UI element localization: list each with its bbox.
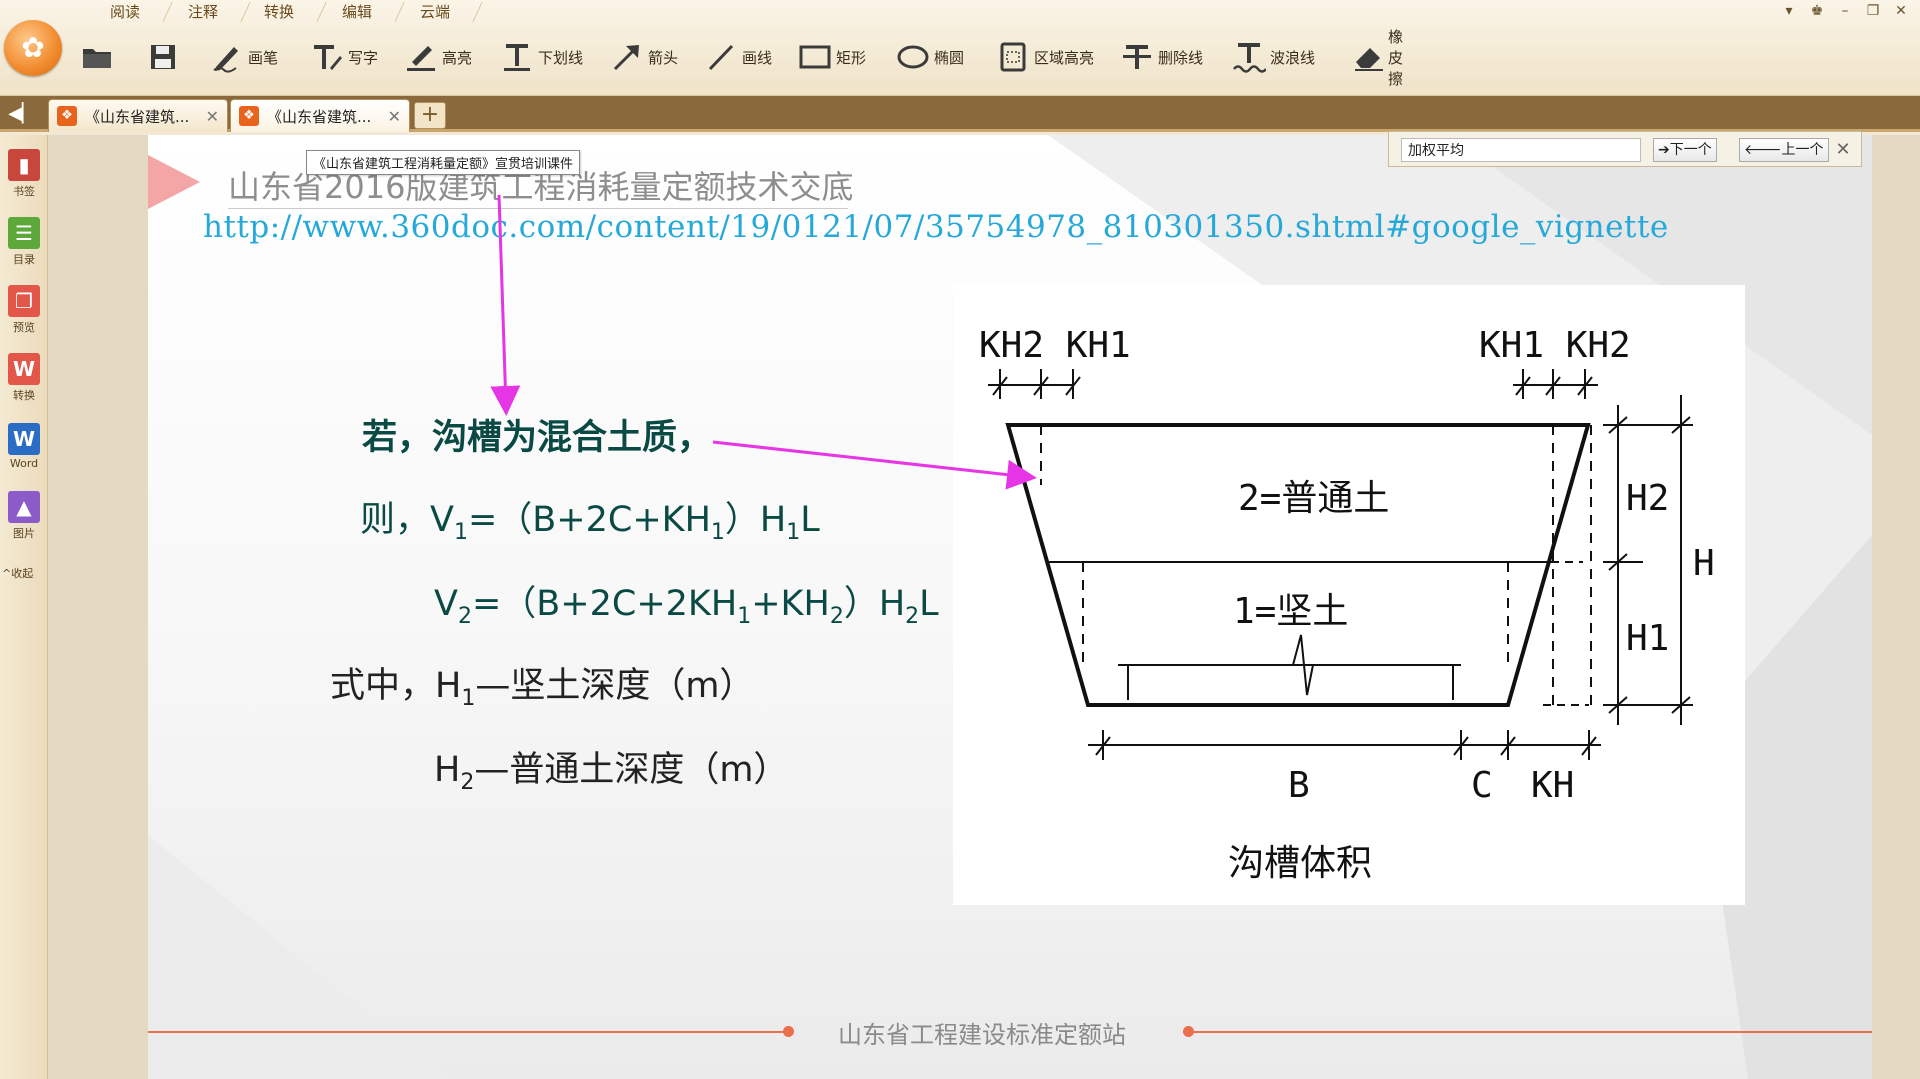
- document-tab-2[interactable]: ❖ 《山东省建筑... ✕: [230, 99, 410, 132]
- find-prev-button[interactable]: 🡐上一个: [1739, 138, 1829, 162]
- sidebar-item-word[interactable]: W Word: [0, 423, 48, 470]
- document-tab-label: 《山东省建筑...: [267, 107, 372, 126]
- highlight-icon: [402, 38, 440, 76]
- eraser-tool-label: 橡皮擦: [1388, 27, 1404, 88]
- word-icon: W: [8, 423, 40, 455]
- line-tool-icon: [702, 38, 740, 76]
- image-icon: ▲: [8, 491, 40, 523]
- highlight-tool-button[interactable]: 高亮: [402, 34, 472, 80]
- annotation-arrows: [490, 194, 1037, 490]
- highlight-tool-label: 高亮: [442, 48, 473, 67]
- annotation-tools: 画笔 写字 高亮 下划线 箭头 画线 矩形 椭圆 区域高亮 删除线 波浪线 橡皮…: [78, 28, 1403, 88]
- open-folder-button[interactable]: [78, 34, 118, 80]
- pen-tool-button[interactable]: 画笔: [208, 34, 278, 80]
- window-controls: ▾ ♚ – ❐ ✕: [1780, 2, 1910, 22]
- close-icon[interactable]: ✕: [1892, 2, 1910, 20]
- ellipse-tool-label: 椭圆: [934, 48, 965, 67]
- save-icon: [144, 38, 182, 76]
- sidebar-item-preview[interactable]: ❐ 预览: [0, 285, 48, 335]
- wavy-line-icon: [1230, 38, 1268, 76]
- pen-tool-label: 画笔: [248, 48, 279, 67]
- new-tab-button[interactable]: +: [414, 102, 446, 129]
- document-icon: ❖: [239, 106, 259, 126]
- main-toolbar: ✿ 阅读 注释 转换 编辑 云端 画笔 写字 高亮 下划线 箭头 画线 矩形 椭…: [0, 0, 1920, 96]
- app-logo-icon[interactable]: ✿: [4, 20, 62, 76]
- menu-tab-cloud[interactable]: 云端: [398, 0, 472, 24]
- rectangle-icon: [796, 38, 834, 76]
- find-next-button[interactable]: ➔下一个: [1653, 138, 1717, 162]
- sidebar-item-label: 转换: [13, 389, 35, 402]
- pen-icon: [208, 38, 246, 76]
- text-tool-icon: [308, 38, 346, 76]
- area-highlight-icon: [994, 38, 1032, 76]
- eraser-icon: [1352, 38, 1386, 76]
- text-tool-label: 写字: [348, 48, 379, 67]
- document-tab-label: 《山东省建筑...: [85, 107, 190, 126]
- sidebar-item-label: 预览: [13, 321, 35, 334]
- line-tool-button[interactable]: 画线: [702, 34, 772, 80]
- find-close-icon[interactable]: ✕: [1833, 138, 1853, 162]
- sidebar-item-bookmark[interactable]: ▮ 书签: [0, 149, 48, 199]
- restore-icon[interactable]: ❐: [1864, 2, 1882, 20]
- line-tool-label: 画线: [742, 48, 773, 67]
- strikethrough-tool-button[interactable]: 删除线: [1118, 34, 1203, 80]
- menu-tab-edit[interactable]: 编辑: [320, 0, 394, 24]
- dropdown-menu-icon[interactable]: ▾: [1780, 2, 1798, 20]
- skin-shirt-icon[interactable]: ♚: [1808, 2, 1826, 20]
- sidebar-collapse-button[interactable]: ^收起: [2, 565, 33, 581]
- wavy-line-tool-button[interactable]: 波浪线: [1230, 34, 1315, 80]
- annotation-arrow-right[interactable]: [712, 440, 1037, 490]
- ellipse-icon: [894, 38, 932, 76]
- document-viewport[interactable]: 山东省2016版建筑工程消耗量定额技术交底 《山东省建筑工程消耗量定额》宣贯培训…: [48, 135, 1920, 1079]
- sidebar-item-label: 书签: [13, 185, 35, 198]
- tab-close-icon[interactable]: ✕: [206, 107, 219, 126]
- underline-tool-button[interactable]: 下划线: [498, 34, 583, 80]
- menu-tab-convert[interactable]: 转换: [242, 0, 316, 24]
- menu-tab-annotate[interactable]: 注释: [166, 0, 240, 24]
- back-arrow-icon[interactable]: ◀▏: [8, 103, 36, 125]
- tab-close-icon[interactable]: ✕: [388, 107, 401, 126]
- sidebar-item-label: 目录: [13, 253, 35, 266]
- sidebar-item-image[interactable]: ▲ 图片: [0, 491, 48, 541]
- strikethrough-tool-label: 删除线: [1158, 48, 1204, 67]
- area-highlight-tool-label: 区域高亮: [1034, 48, 1095, 67]
- find-input[interactable]: [1401, 138, 1641, 162]
- menu-tab-read[interactable]: 阅读: [88, 0, 162, 24]
- folder-open-icon: [78, 38, 116, 76]
- annotation-arrow-down[interactable]: [490, 194, 521, 416]
- toc-icon: ☰: [8, 217, 40, 249]
- underline-tool-label: 下划线: [538, 48, 584, 67]
- left-sidebar: ▮ 书签 ☰ 目录 ❐ 预览 W 转换 W Word ▲ 图片 ^收起: [0, 135, 48, 1079]
- arrow-tool-button[interactable]: 箭头: [608, 34, 678, 80]
- convert-icon: W: [8, 353, 40, 385]
- document-tab-1[interactable]: ❖ 《山东省建筑... ✕: [48, 99, 228, 132]
- save-button[interactable]: [144, 34, 184, 80]
- arrow-tool-label: 箭头: [648, 48, 679, 67]
- arrow-tool-icon: [608, 38, 646, 76]
- bookmark-icon: ▮: [8, 149, 40, 181]
- preview-icon: ❐: [8, 285, 40, 317]
- underline-icon: [498, 38, 536, 76]
- rectangle-tool-label: 矩形: [836, 48, 867, 67]
- sidebar-item-label: Word: [9, 457, 39, 470]
- document-icon: ❖: [57, 106, 77, 126]
- sidebar-item-toc[interactable]: ☰ 目录: [0, 217, 48, 267]
- text-tool-button[interactable]: 写字: [308, 34, 378, 80]
- sidebar-item-convert[interactable]: W 转换: [0, 353, 48, 403]
- eraser-tool-button[interactable]: 橡皮擦: [1352, 28, 1407, 88]
- minimize-icon[interactable]: –: [1836, 2, 1854, 20]
- wavy-line-tool-label: 波浪线: [1270, 48, 1316, 67]
- document-tabbar: ◀▏ ❖ 《山东省建筑... ✕ ❖ 《山东省建筑... ✕ +: [0, 96, 1920, 132]
- sidebar-item-label: 图片: [13, 527, 35, 540]
- find-bar: ➔下一个 🡐上一个 ✕: [1388, 131, 1862, 167]
- rectangle-tool-button[interactable]: 矩形: [796, 34, 866, 80]
- ellipse-tool-button[interactable]: 椭圆: [894, 34, 964, 80]
- area-highlight-tool-button[interactable]: 区域高亮: [994, 34, 1094, 80]
- strikethrough-icon: [1118, 38, 1156, 76]
